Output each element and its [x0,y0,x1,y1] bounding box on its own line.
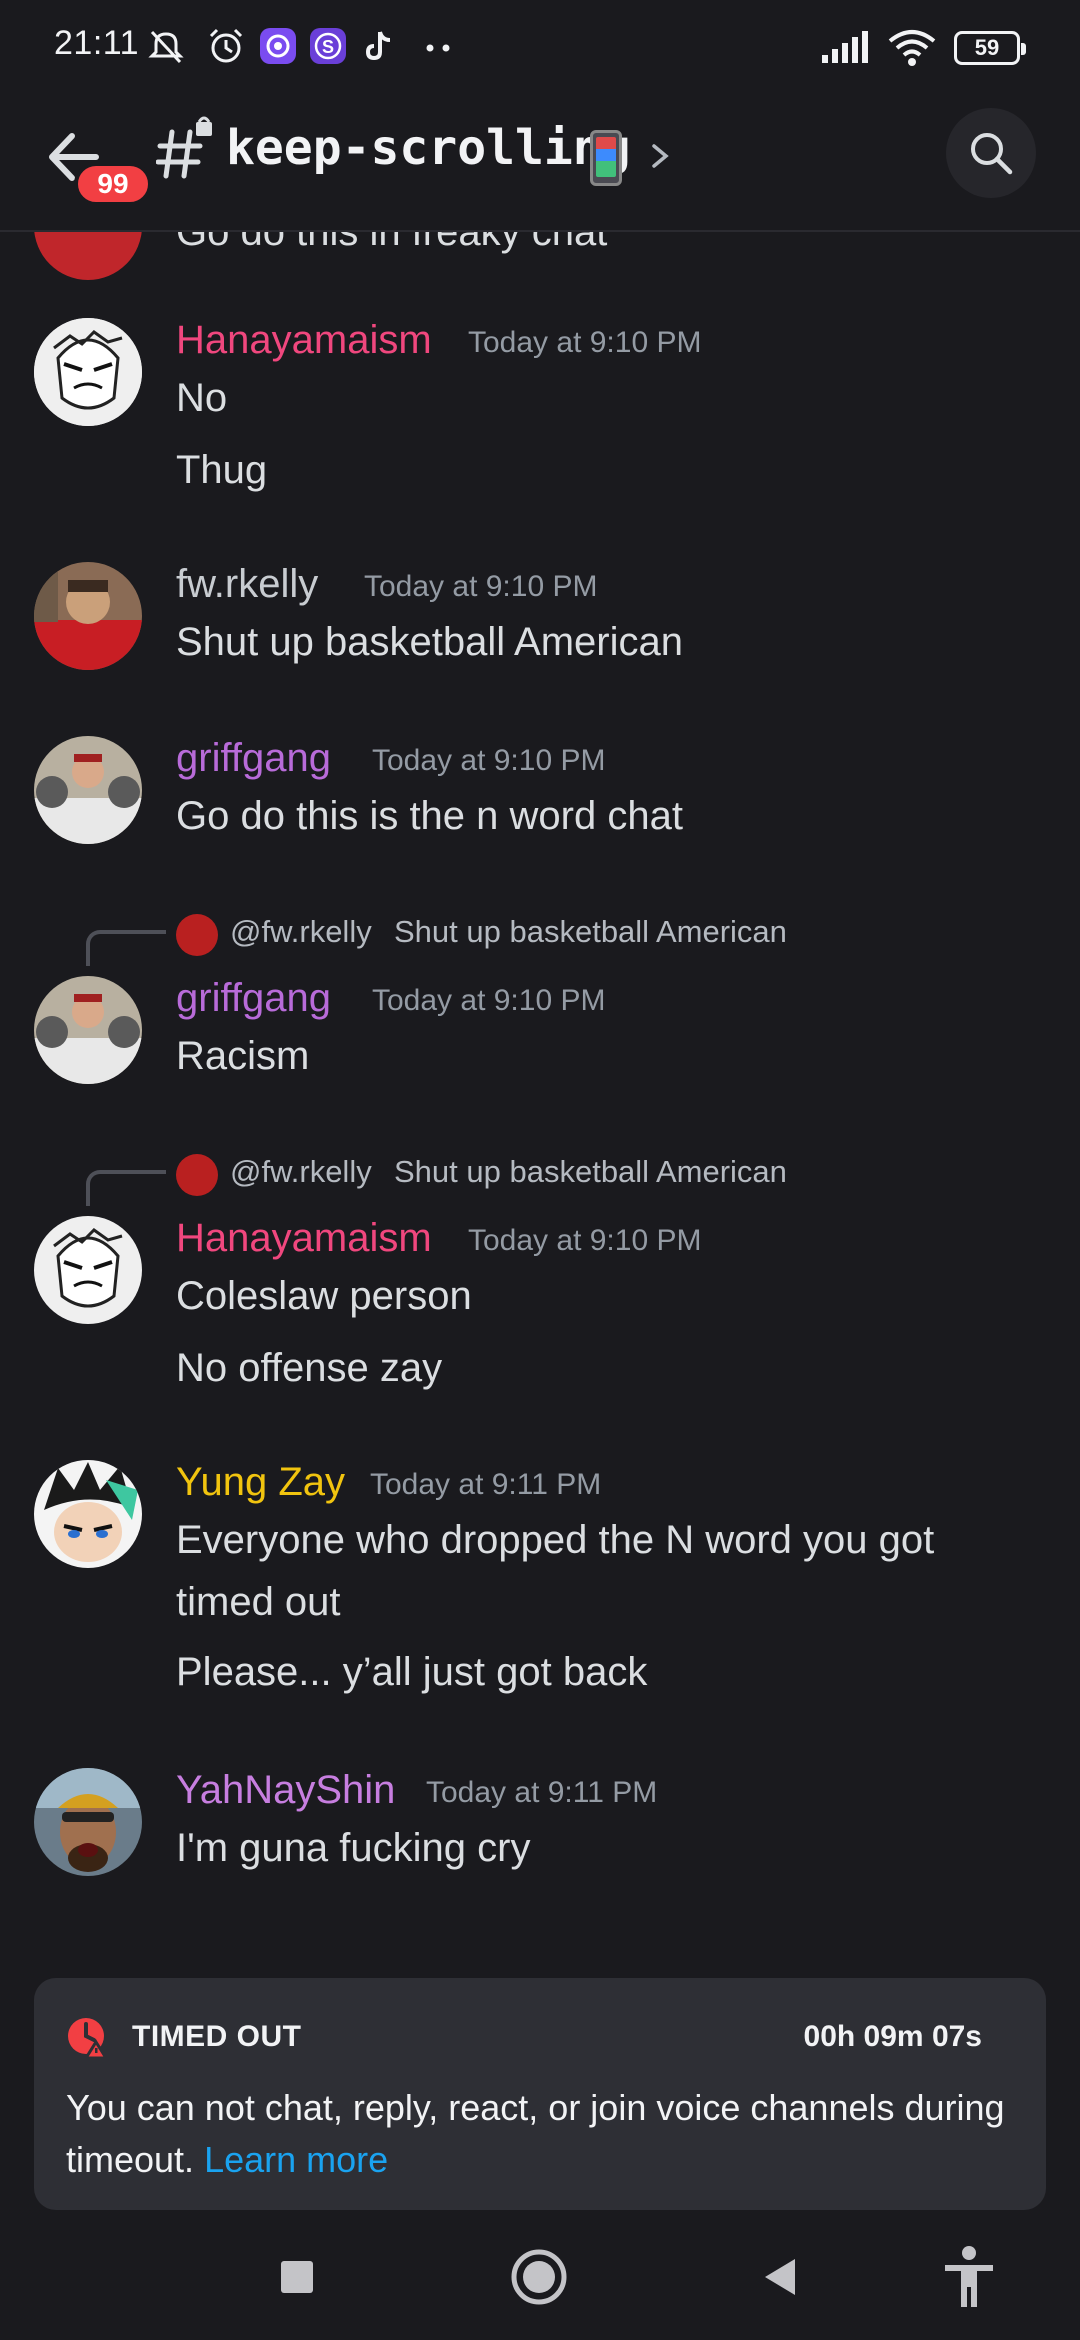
timestamp: Today at 9:10 PM [468,326,702,359]
reply-text: Shut up basketball American [394,914,787,949]
avatar[interactable] [34,232,142,280]
search-button[interactable] [946,108,1036,198]
reply-avatar [176,914,218,956]
username[interactable]: Hanayamaism [176,318,432,363]
channel-name[interactable]: keep-scrolling [226,120,631,176]
timestamp: Today at 9:11 PM [370,1468,602,1501]
system-nav-bar [0,2210,1080,2340]
message-text: No [176,376,228,420]
home-circle-icon [511,2249,567,2305]
reply-reference[interactable]: @fw.rkelly Shut up basketball American [86,1152,886,1206]
reply-avatar [176,1154,218,1196]
reply-username: @fw.rkelly [230,914,372,949]
message-text: Go do this is the n word chat [176,794,683,838]
home-button[interactable] [504,2242,574,2312]
username[interactable]: Yung Zay [176,1460,345,1505]
message-text: Everyone who dropped the N word you got [176,1518,935,1562]
mute-icon [148,30,184,64]
avatar[interactable] [34,1768,142,1876]
reply-reference[interactable]: @fw.rkelly Shut up basketball American [86,912,886,966]
timeout-clock-icon [68,2018,108,2058]
recents-button[interactable] [262,2242,332,2312]
message-text: Please... y’all just got back [176,1650,648,1694]
reply-connector [86,1170,166,1206]
avatar[interactable] [34,736,142,844]
back-button[interactable] [746,2242,816,2312]
learn-more-link[interactable]: Learn more [204,2139,388,2180]
avatar[interactable] [34,1216,142,1324]
timeout-description: You can not chat, reply, react, or join … [66,2082,1006,2186]
accessibility-icon [945,2246,993,2307]
message-list[interactable]: Go do this in freaky chat Hanayamaism To… [0,232,1080,1952]
message-text: Coleslaw person [176,1274,472,1318]
more-dots-icon [426,44,450,52]
app-icon-purple [260,28,296,64]
unread-badge: 99 [74,162,152,206]
phone-emoji [590,130,622,186]
username[interactable]: Hanayamaism [176,1216,432,1261]
chevron-right-icon[interactable] [648,140,672,172]
reply-username: @fw.rkelly [230,1154,372,1189]
app-icon-s: S [310,28,346,64]
username[interactable]: griffgang [176,976,331,1021]
battery-level: 59 [974,35,1000,60]
timeout-timer: 00h 09m 07s [803,2020,982,2053]
locked-hash-icon [156,116,212,179]
status-bar: 21:11 S 59 [0,0,1080,96]
recents-square-icon [281,2261,313,2293]
timeout-banner: TIMED OUT 00h 09m 07s You can not chat, … [34,1978,1046,2210]
svg-text:S: S [322,37,334,57]
avatar[interactable] [34,318,142,426]
timeout-title: TIMED OUT [132,2020,302,2053]
wifi-icon [888,30,936,66]
reply-connector [86,930,166,966]
reply-text: Shut up basketball American [394,1154,787,1189]
message-text: Shut up basketball American [176,620,683,664]
message-text: timed out [176,1580,341,1624]
channel-header: 99 keep-scrolling [0,96,1080,232]
timestamp: Today at 9:11 PM [426,1776,658,1809]
timestamp: Today at 9:10 PM [364,570,598,603]
tiktok-icon [365,31,391,61]
alarm-icon [209,28,243,63]
message-text: I'm guna fucking cry [176,1826,531,1870]
back-triangle-icon [765,2259,795,2295]
status-time: 21:11 [54,24,140,62]
accessibility-button[interactable] [934,2242,1004,2312]
battery-icon: 59 [954,31,1026,65]
username[interactable]: fw.rkelly [176,562,318,607]
username[interactable]: griffgang [176,736,331,781]
timestamp: Today at 9:10 PM [468,1224,702,1257]
message-text: No offense zay [176,1346,443,1390]
avatar[interactable] [34,976,142,1084]
avatar[interactable] [34,1460,142,1568]
signal-icon [822,31,868,63]
username[interactable]: YahNayShin [176,1768,395,1813]
timestamp: Today at 9:10 PM [372,744,606,777]
message-text: Go do this in freaky chat [176,232,608,254]
message-text: Racism [176,1034,310,1078]
avatar[interactable] [34,562,142,670]
search-icon [971,133,1013,175]
timestamp: Today at 9:10 PM [372,984,606,1017]
message-text: Thug [176,448,268,492]
